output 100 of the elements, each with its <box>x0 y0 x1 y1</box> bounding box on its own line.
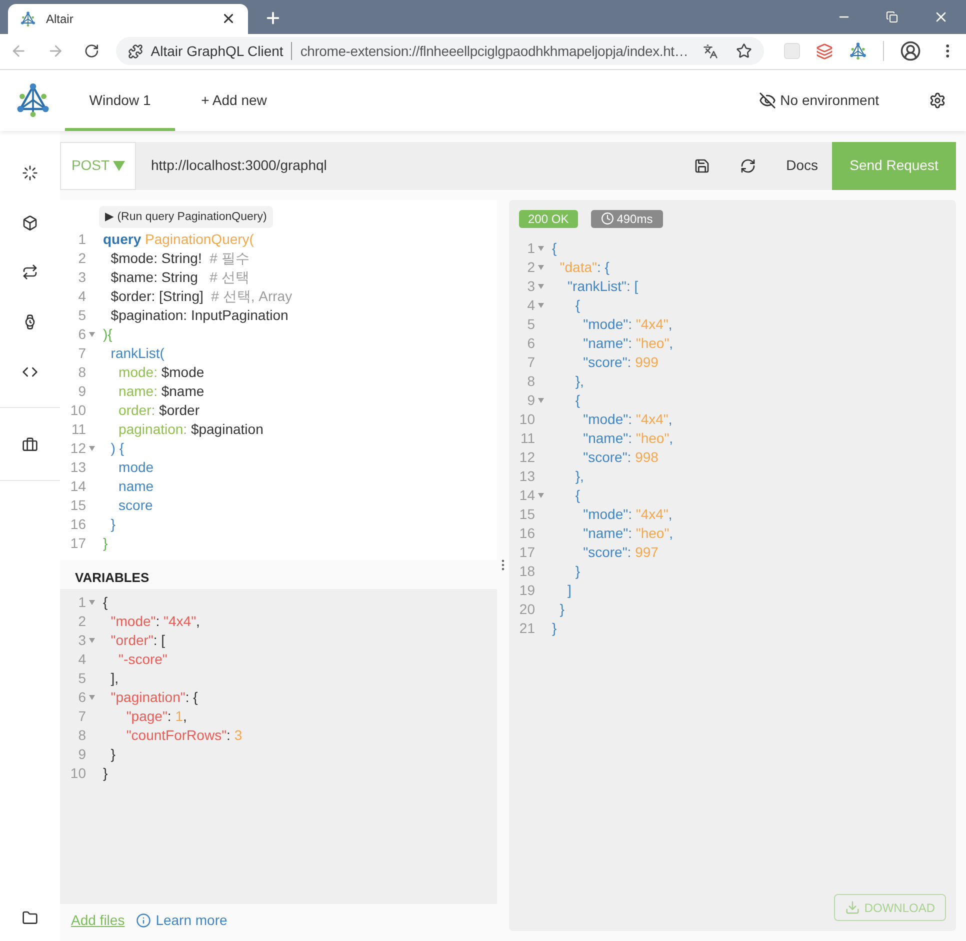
line-number: 7 <box>77 344 86 364</box>
environment-button[interactable]: No environment <box>759 70 879 130</box>
code-line: name: $name <box>118 382 204 402</box>
fold-arrow-icon[interactable] <box>538 264 544 270</box>
profile-icon[interactable] <box>900 40 921 62</box>
line-number: 3 <box>77 268 86 288</box>
code-line: name <box>118 477 154 496</box>
star-icon[interactable] <box>736 43 752 60</box>
code-line: } <box>110 745 116 764</box>
fold-arrow-icon[interactable] <box>538 284 544 288</box>
fold-arrow-icon[interactable] <box>89 695 95 700</box>
url-field[interactable]: http://localhost:3000/graphql <box>136 155 694 176</box>
line-number: 13 <box>518 466 535 486</box>
line-number: 9 <box>77 382 86 402</box>
code-line: } <box>574 562 580 581</box>
translate-icon[interactable] <box>702 44 718 59</box>
line-number: 8 <box>77 363 86 382</box>
code-line: ) { <box>110 439 124 458</box>
line-number: 20 <box>518 600 535 618</box>
code-line: ] <box>566 580 572 600</box>
fold-arrow-icon[interactable] <box>89 332 95 338</box>
code-line: { <box>552 238 557 258</box>
line-number: 3 <box>77 631 86 650</box>
code-line: } <box>552 618 557 638</box>
line-number: 11 <box>519 428 535 448</box>
omnibox[interactable]: Altair GraphQL Client chrome-extension://flnheeellpciglgpaodhkhmapeljopja/index.ht… <box>116 37 764 66</box>
code-line: { <box>574 390 580 410</box>
code-line: ){ <box>103 325 112 344</box>
cube-icon[interactable] <box>22 214 38 230</box>
status-badge: 200 OK <box>519 210 578 228</box>
line-number: 15 <box>518 504 535 524</box>
line-number: 21 <box>518 618 535 638</box>
code-line: "name": "heo", <box>582 334 674 352</box>
briefcase-icon[interactable] <box>22 436 38 452</box>
code-line: } <box>103 764 108 783</box>
settings-icon[interactable] <box>929 92 946 109</box>
browser-tab[interactable]: Altair <box>8 4 248 34</box>
line-number: 2 <box>526 258 535 276</box>
variables-editor[interactable]: 1 { 2 "mode": "4x4", 3 "order": [ 4 "-score" 5 ], 6 "pagination": { 7 "page": 1, 8 "countForRows": 3 9 } 10 } <box>60 589 497 904</box>
fold-arrow-icon[interactable] <box>538 246 544 250</box>
run-query-button[interactable]: ▶ (Run query PaginationQuery) <box>99 206 273 228</box>
code-line: "rankList": [ <box>566 276 638 296</box>
line-number: 2 <box>77 612 86 631</box>
code-line: $order: [String] # 선택, Array <box>110 287 292 306</box>
line-number: 7 <box>526 352 535 372</box>
code-line: "page": 1, <box>125 707 187 726</box>
query-editor[interactable] <box>60 200 497 560</box>
line-number: 1 <box>526 238 535 258</box>
line-number: 8 <box>526 372 535 390</box>
line-number: 6 <box>526 334 535 352</box>
repeat-icon[interactable] <box>22 264 38 280</box>
site-name: Altair GraphQL Client <box>150 42 284 61</box>
puzzle-icon <box>128 44 143 59</box>
line-number: 5 <box>526 314 535 334</box>
line-number: 15 <box>69 496 86 516</box>
window-tab[interactable]: + Add new <box>175 70 293 130</box>
code-line: "-score" <box>118 650 168 669</box>
code-line: "mode": "4x4", <box>110 612 200 631</box>
code-line: "pagination": { <box>110 688 198 707</box>
code-line: "mode": "4x4", <box>582 504 672 524</box>
line-number: 17 <box>518 542 535 562</box>
code-line: "score": 997 <box>582 542 658 562</box>
learn-more-link[interactable]: Learn more <box>136 910 228 931</box>
code-line: "score": 998 <box>582 448 658 466</box>
line-number: 14 <box>518 486 535 504</box>
loader-icon[interactable] <box>22 164 38 180</box>
code-line: "name": "heo", <box>582 428 674 448</box>
code-line: { <box>574 296 580 315</box>
fold-arrow-icon[interactable] <box>89 638 95 643</box>
docs-button[interactable]: Docs <box>786 155 818 176</box>
code-line: score <box>118 496 153 516</box>
line-number: 12 <box>518 448 535 466</box>
code-line: "order": [ <box>110 631 166 650</box>
line-number: 13 <box>69 458 86 478</box>
code-line: { <box>103 593 108 612</box>
folder-icon[interactable] <box>22 910 38 926</box>
code-line: $name: String # 선택 <box>110 268 250 288</box>
line-number: 10 <box>69 764 86 783</box>
clock-icon <box>600 212 614 225</box>
fold-arrow-icon[interactable] <box>538 398 544 402</box>
refresh-icon[interactable] <box>740 158 756 174</box>
caret-icon <box>112 160 125 170</box>
fold-arrow-icon[interactable] <box>89 446 95 452</box>
line-number: 16 <box>518 524 535 542</box>
line-number: 10 <box>518 410 535 428</box>
fold-arrow-icon[interactable] <box>89 600 95 605</box>
tab-title: Altair <box>46 10 74 28</box>
code-line: "name": "heo", <box>582 524 674 542</box>
code-line: ], <box>110 669 119 688</box>
info-icon <box>136 913 151 928</box>
fold-arrow-icon[interactable] <box>538 302 544 308</box>
line-number: 3 <box>526 276 535 296</box>
restore-icon[interactable] <box>886 10 898 23</box>
reload-icon[interactable] <box>84 43 100 60</box>
altair-logo <box>14 82 50 118</box>
code-line: } <box>110 515 116 534</box>
save-icon[interactable] <box>694 158 710 174</box>
extension-icon[interactable] <box>816 42 833 60</box>
line-number: 4 <box>77 287 86 306</box>
fold-arrow-icon[interactable] <box>538 492 544 498</box>
